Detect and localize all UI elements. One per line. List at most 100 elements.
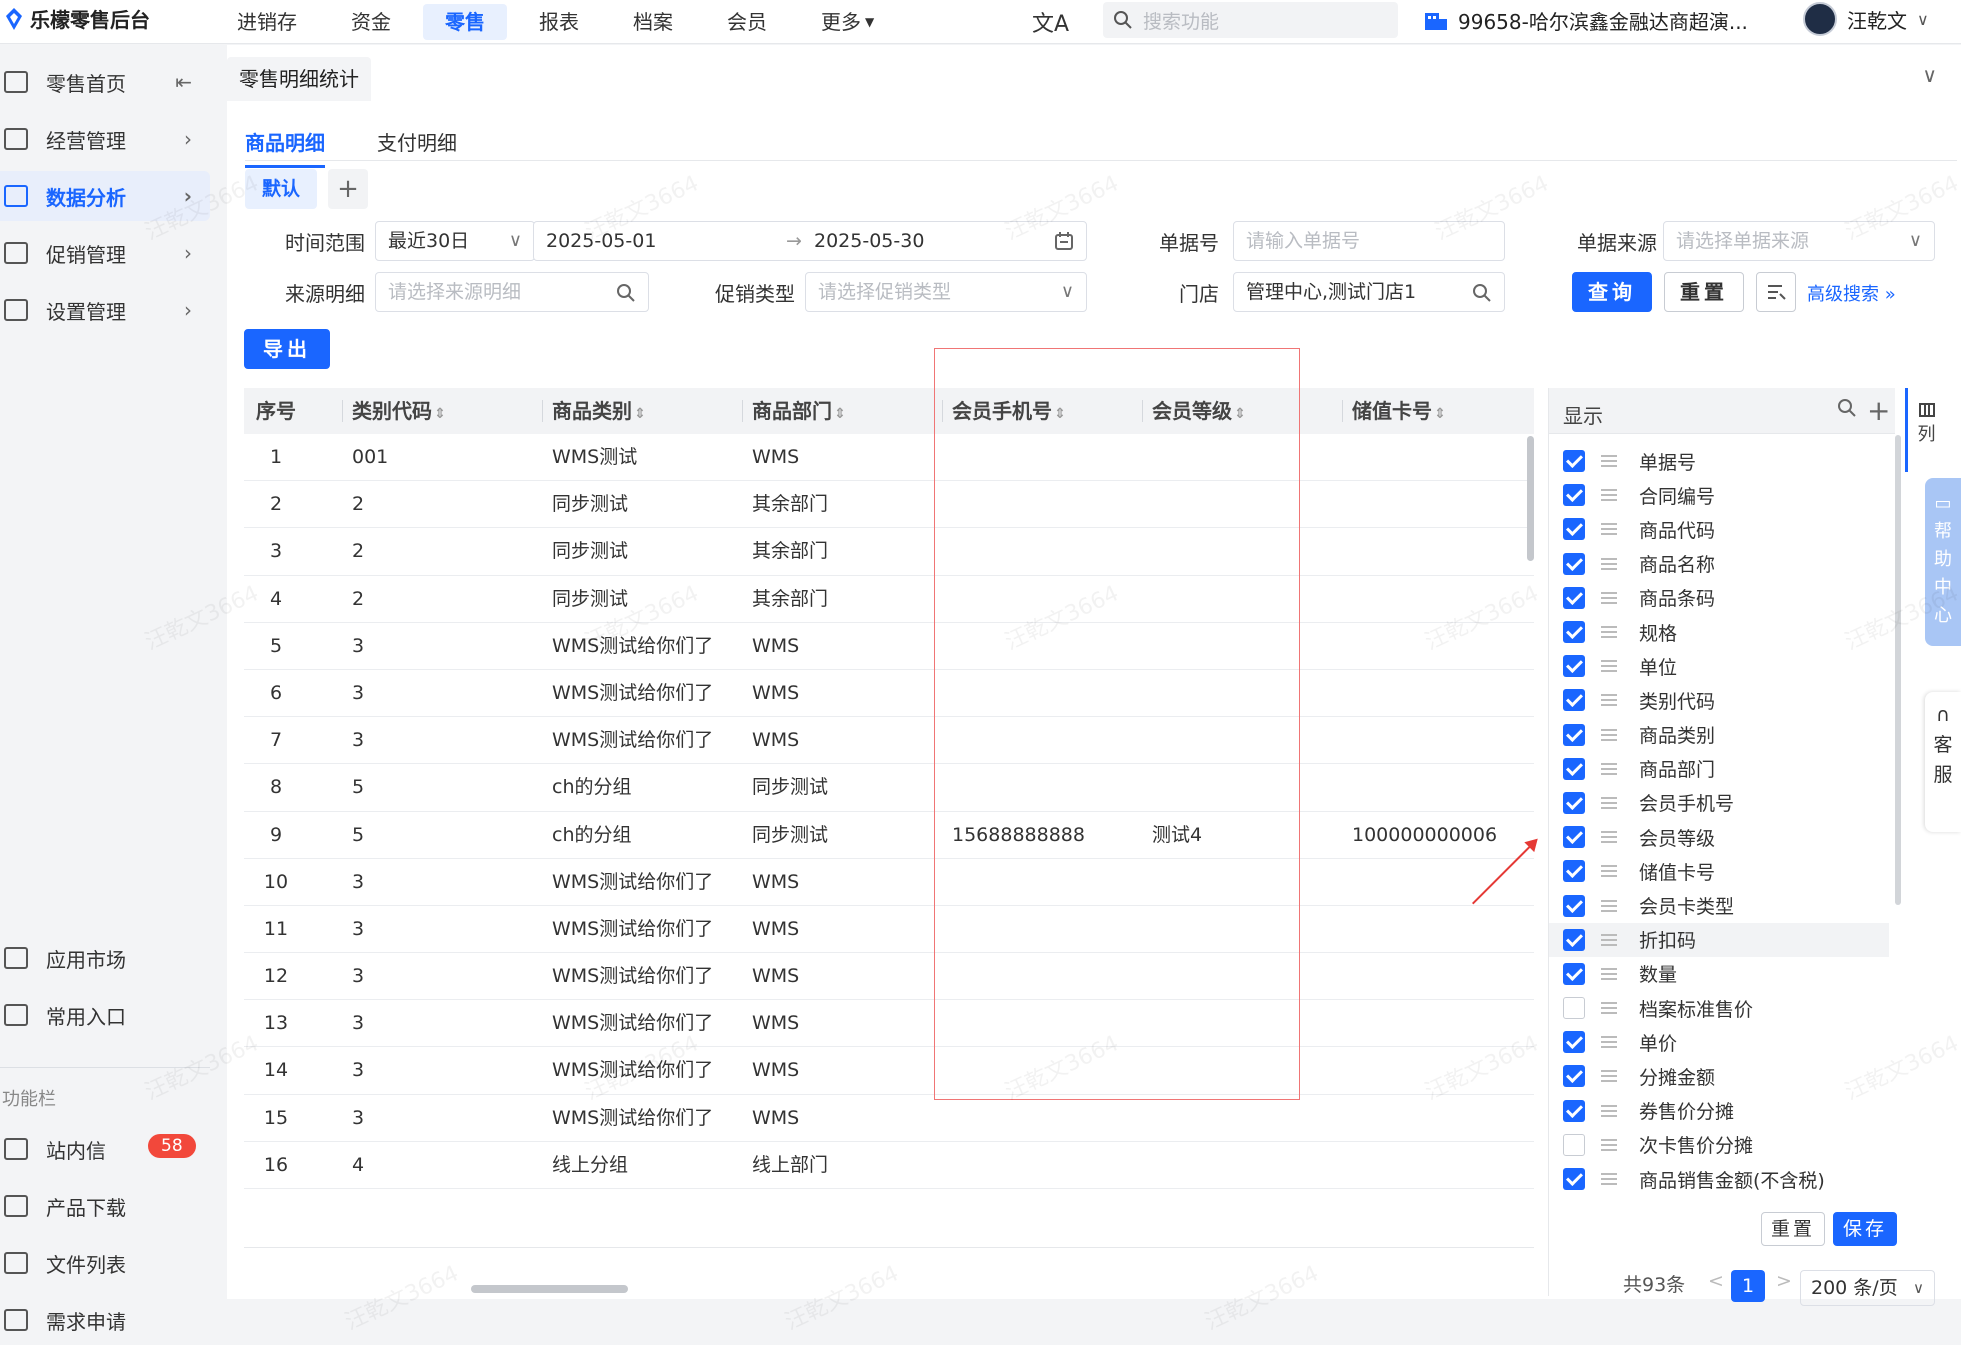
column-checkbox[interactable]	[1563, 1133, 1585, 1156]
drag-handle-icon[interactable]	[1601, 796, 1617, 809]
sidebar-item[interactable]: 需求申请	[0, 1295, 210, 1345]
column-option[interactable]: 会员手机号	[1549, 786, 1889, 820]
subtab-payment-detail[interactable]: 支付明细	[377, 127, 457, 156]
export-button[interactable]: 导出	[244, 329, 330, 369]
drag-handle-icon[interactable]	[1601, 865, 1617, 878]
drag-handle-icon[interactable]	[1601, 660, 1617, 673]
sidebar-item[interactable]: 文件列表	[0, 1238, 210, 1288]
table-horizontal-scrollbar[interactable]	[471, 1285, 628, 1293]
column-toggle-tab[interactable]: 列	[1905, 388, 1945, 472]
collapse-chevron-icon[interactable]: ∨	[1922, 63, 1937, 87]
table-row[interactable]: 16 4 线上分组 线上部门	[244, 1142, 1534, 1189]
drag-handle-icon[interactable]	[1601, 933, 1617, 946]
drag-handle-icon[interactable]	[1601, 557, 1617, 570]
sidebar-item[interactable]: 常用入口	[0, 990, 210, 1040]
column-reset-button[interactable]: 重置	[1761, 1212, 1825, 1246]
drag-handle-icon[interactable]	[1601, 1002, 1617, 1015]
column-checkbox[interactable]	[1563, 450, 1585, 473]
column-option[interactable]: 数量	[1549, 957, 1889, 991]
sidebar-item[interactable]: 零售首页 ⇤	[0, 57, 210, 107]
column-option[interactable]: 商品代码	[1549, 512, 1889, 546]
column-checkbox[interactable]	[1563, 689, 1585, 712]
promo-type-select[interactable]: 请选择促销类型 ∨	[805, 272, 1087, 312]
drag-handle-icon[interactable]	[1601, 1036, 1617, 1049]
search-icon[interactable]	[1837, 398, 1857, 418]
drag-handle-icon[interactable]	[1601, 626, 1617, 639]
column-option[interactable]: 商品类别	[1549, 718, 1889, 752]
function-search[interactable]: 搜索功能	[1103, 2, 1398, 38]
time-range-select[interactable]: 最近30日 ∨	[375, 221, 535, 261]
column-checkbox[interactable]	[1563, 655, 1585, 678]
add-column-icon[interactable]: +	[1867, 394, 1890, 427]
nav-item[interactable]: 会员	[705, 4, 789, 40]
sort-icon[interactable]: ⇕	[434, 406, 446, 422]
drag-handle-icon[interactable]	[1601, 1070, 1617, 1083]
column-header[interactable]: 商品类别 ⇕	[542, 388, 646, 434]
drag-handle-icon[interactable]	[1601, 762, 1617, 775]
drag-handle-icon[interactable]	[1601, 489, 1617, 502]
column-option[interactable]: 次卡售价分摊	[1549, 1128, 1889, 1162]
column-option[interactable]: 单价	[1549, 1025, 1889, 1059]
filter-settings-button[interactable]	[1756, 272, 1796, 312]
column-option[interactable]: 商品条码	[1549, 581, 1889, 615]
column-checkbox[interactable]	[1563, 723, 1585, 746]
column-checkbox[interactable]	[1563, 1168, 1585, 1191]
sidebar-item[interactable]: 促销管理 ›	[0, 228, 210, 278]
column-option[interactable]: 储值卡号	[1549, 854, 1889, 888]
column-checkbox[interactable]	[1563, 518, 1585, 541]
column-checkbox[interactable]	[1563, 552, 1585, 575]
page-tab[interactable]: 零售明细统计	[227, 57, 371, 101]
column-checkbox[interactable]	[1563, 826, 1585, 849]
store-switcher[interactable]: 99658-哈尔滨鑫金融达商超演...	[1424, 6, 1748, 35]
drag-handle-icon[interactable]	[1601, 1138, 1617, 1151]
column-option[interactable]: 会员卡类型	[1549, 888, 1889, 922]
pagination-current-page[interactable]: 1	[1731, 1270, 1765, 1302]
app-logo[interactable]: 乐檬零售后台	[4, 4, 150, 33]
table-row[interactable]: 7 3 WMS测试给你们了 WMS	[244, 717, 1534, 765]
column-save-button[interactable]: 保存	[1833, 1212, 1897, 1246]
column-option[interactable]: 单据号	[1549, 444, 1889, 478]
sort-icon[interactable]: ⇕	[1434, 406, 1446, 422]
column-option[interactable]: 规格	[1549, 615, 1889, 649]
sidebar-item[interactable]: 应用市场	[0, 933, 210, 983]
column-option[interactable]: 商品销售金额(不含税)	[1549, 1162, 1889, 1196]
table-row[interactable]: 12 3 WMS测试给你们了 WMS	[244, 953, 1534, 1001]
table-row[interactable]: 9 5 ch的分组 同步测试 15688888888 测试4 100000000006	[244, 812, 1534, 859]
column-header[interactable]: 类别代码 ⇕	[342, 388, 446, 434]
prev-page-icon[interactable]: <	[1708, 1270, 1724, 1292]
column-option[interactable]: 单位	[1549, 649, 1889, 683]
add-preset-button[interactable]: +	[328, 169, 368, 209]
translate-icon[interactable]: 文A	[1032, 6, 1069, 38]
column-checkbox[interactable]	[1563, 1099, 1585, 1122]
column-header[interactable]: 序号	[256, 388, 296, 434]
column-option[interactable]: 券售价分摊	[1549, 1094, 1889, 1128]
table-row[interactable]: 4 2 同步测试 其余部门	[244, 576, 1534, 623]
column-list-scrollbar[interactable]	[1895, 435, 1901, 905]
nav-item[interactable]: 零售	[423, 4, 507, 40]
nav-item[interactable]: 进销存	[215, 4, 319, 40]
drag-handle-icon[interactable]	[1601, 1173, 1617, 1186]
store-select[interactable]: 管理中心,测试门店1	[1233, 272, 1505, 312]
table-row[interactable]: 14 3 WMS测试给你们了 WMS	[244, 1047, 1534, 1095]
column-option[interactable]: 商品名称	[1549, 547, 1889, 581]
advanced-search-link[interactable]: 高级搜索 »	[1807, 280, 1896, 306]
table-row[interactable]: 5 3 WMS测试给你们了 WMS	[244, 623, 1534, 670]
drag-handle-icon[interactable]	[1601, 455, 1617, 468]
column-checkbox[interactable]	[1563, 997, 1585, 1020]
doc-no-input[interactable]: 请输入单据号	[1233, 221, 1505, 261]
table-vertical-scrollbar[interactable]	[1527, 436, 1534, 561]
column-checkbox[interactable]	[1563, 962, 1585, 985]
column-checkbox[interactable]	[1563, 791, 1585, 814]
table-row[interactable]: 3 2 同步测试 其余部门	[244, 528, 1534, 576]
help-center-tab[interactable]: ▭ 帮助中心	[1925, 478, 1961, 646]
query-button[interactable]: 查询	[1572, 272, 1652, 312]
sort-icon[interactable]: ⇕	[634, 406, 646, 422]
column-option[interactable]: 会员等级	[1549, 820, 1889, 854]
table-row[interactable]: 6 3 WMS测试给你们了 WMS	[244, 670, 1534, 718]
customer-service-tab[interactable]: ∩ 客服	[1925, 692, 1961, 832]
column-option[interactable]: 折扣码	[1549, 922, 1889, 957]
page-size-select[interactable]: 200 条/页 ∨	[1800, 1270, 1935, 1306]
column-checkbox[interactable]	[1563, 928, 1585, 951]
nav-item[interactable]: 档案	[611, 4, 695, 40]
column-checkbox[interactable]	[1563, 621, 1585, 644]
